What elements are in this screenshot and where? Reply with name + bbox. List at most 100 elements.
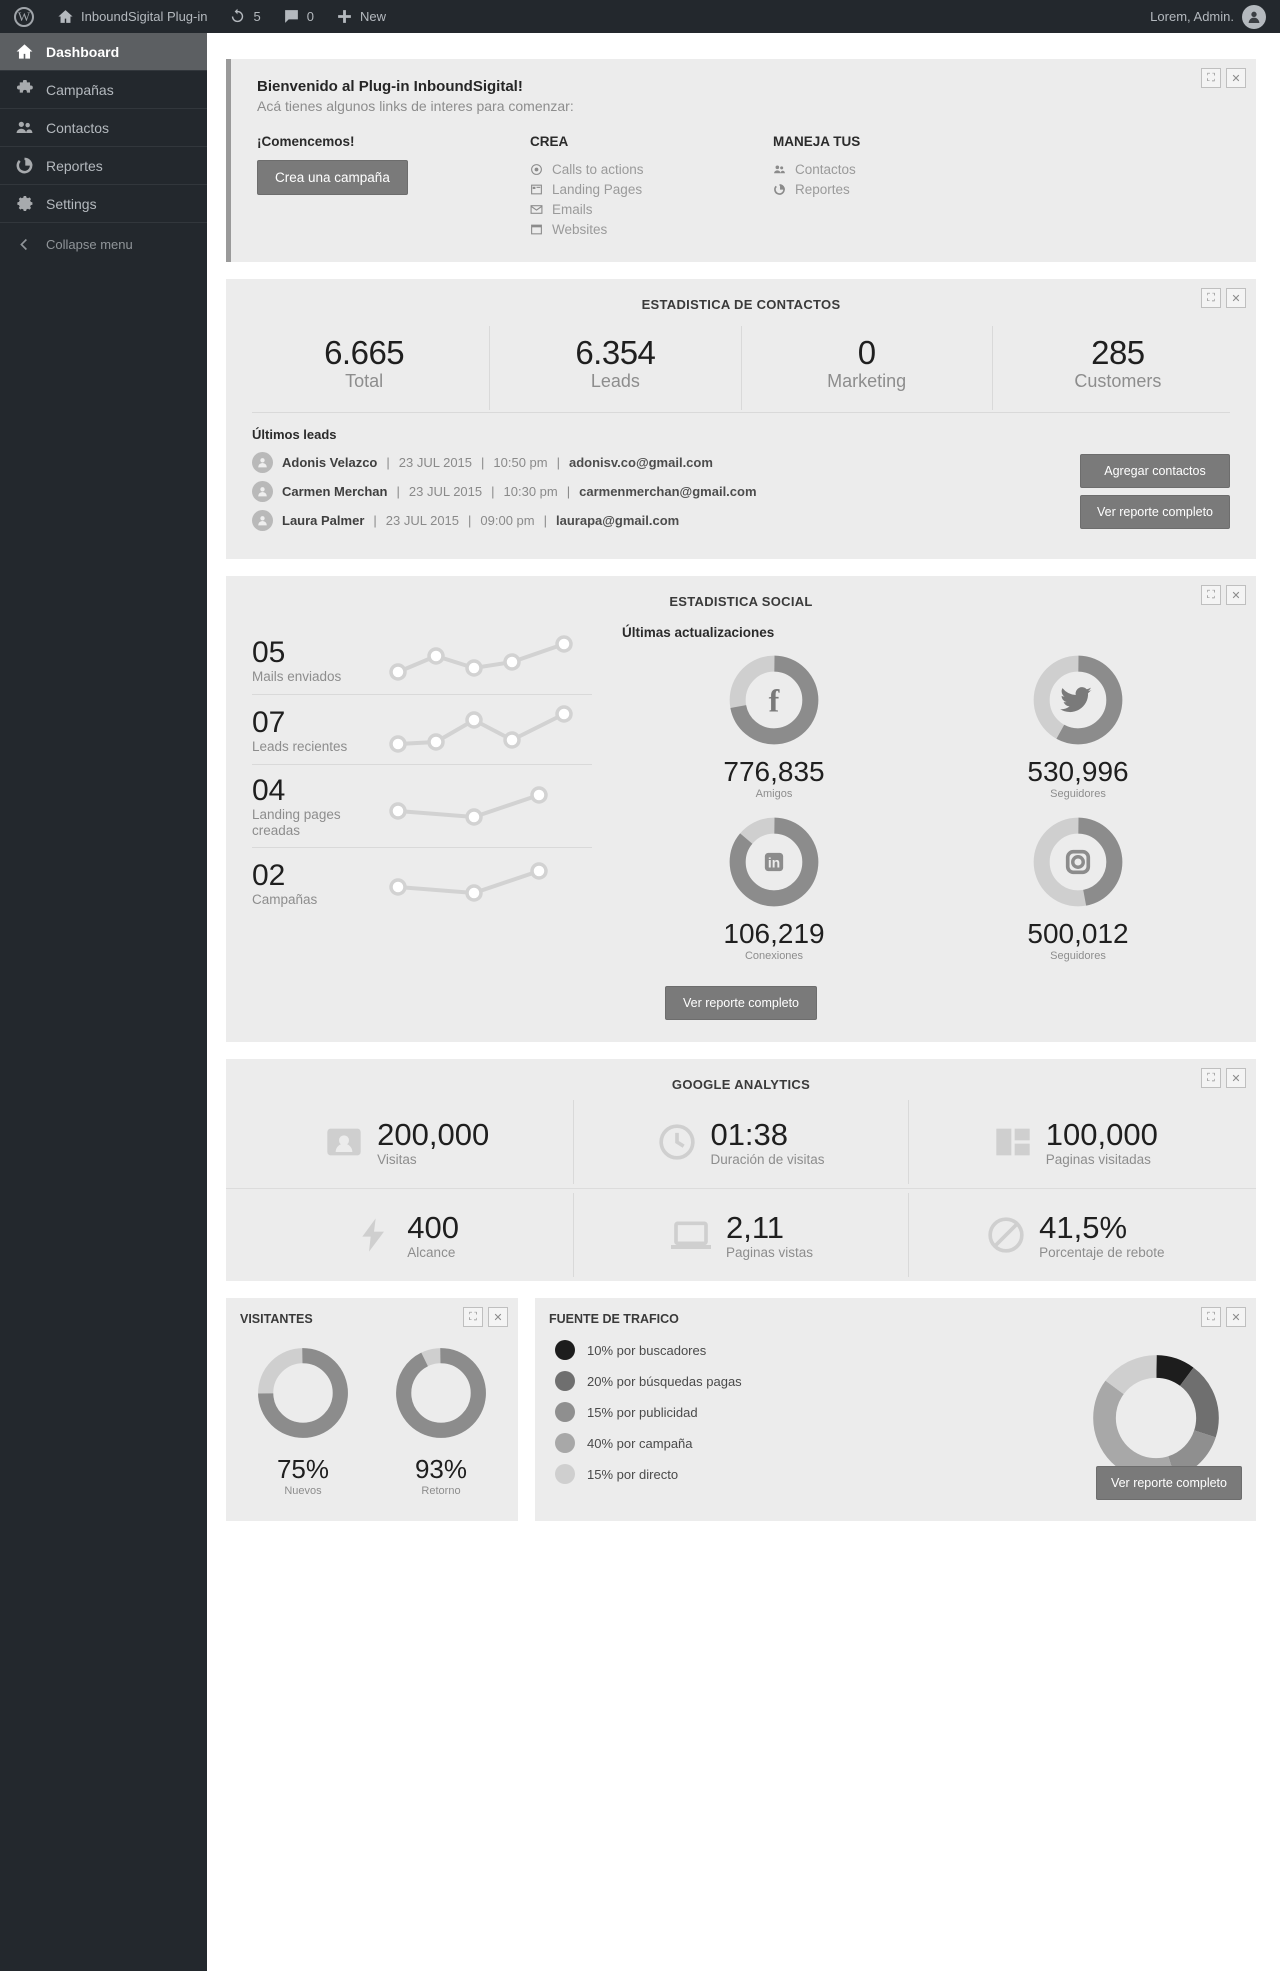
legend-label: 20% por búsquedas pagas bbox=[587, 1373, 742, 1389]
leads-list: Adonis Velazco | 23 JUL 2015 | 10:50 pm … bbox=[252, 452, 1080, 539]
link-label: Reportes bbox=[795, 182, 850, 197]
lead-name: Carmen Merchan bbox=[282, 484, 388, 499]
sparkline-chart bbox=[389, 785, 548, 826]
sidebar-item-dashboard[interactable]: Dashboard bbox=[0, 33, 207, 71]
pie-icon bbox=[774, 184, 785, 195]
add-contacts-button[interactable]: Agregar contactos bbox=[1080, 454, 1230, 488]
expand-icon[interactable]: ⛶ bbox=[1201, 585, 1221, 605]
expand-icon[interactable]: ⛶ bbox=[463, 1307, 483, 1327]
sidebar-item-label: Dashboard bbox=[46, 43, 120, 60]
bolt-icon bbox=[362, 1218, 385, 1252]
donut-chart bbox=[258, 1348, 348, 1438]
close-icon[interactable]: ✕ bbox=[1226, 1068, 1246, 1088]
svg-text:f: f bbox=[769, 682, 780, 718]
close-icon[interactable]: ✕ bbox=[1226, 68, 1246, 88]
sparkline-chart bbox=[389, 705, 573, 753]
link-label: Websites bbox=[552, 222, 608, 237]
updates-button[interactable]: 5 bbox=[218, 0, 271, 33]
lead-name: Adonis Velazco bbox=[282, 455, 378, 470]
link-reportes[interactable]: Reportes bbox=[773, 180, 1016, 199]
traffic-panel-tools: ⛶ ✕ bbox=[1201, 1307, 1246, 1327]
puzzle-icon bbox=[14, 80, 34, 99]
window-icon bbox=[531, 224, 542, 235]
account-menu[interactable]: Lorem, Admin. bbox=[1150, 4, 1280, 29]
panel-title: ESTADISTICA SOCIAL bbox=[669, 594, 813, 609]
sidebar-item-settings[interactable]: Settings bbox=[0, 185, 207, 223]
visitors-label: Nuevos bbox=[284, 1485, 322, 1497]
stat-total: 6.665 Total bbox=[239, 326, 491, 410]
list-item[interactable]: Adonis Velazco | 23 JUL 2015 | 10:50 pm … bbox=[252, 452, 1080, 473]
list-item[interactable]: Carmen Merchan | 23 JUL 2015 | 10:30 pm … bbox=[252, 481, 1080, 502]
lead-time: 10:30 pm bbox=[503, 484, 558, 499]
link-contactos[interactable]: Contactos bbox=[773, 160, 1016, 179]
network-value: 776,835 bbox=[723, 756, 825, 787]
avatar bbox=[1242, 4, 1266, 29]
close-icon[interactable]: ✕ bbox=[1226, 288, 1246, 308]
lead-email: carmenmerchan@gmail.com bbox=[579, 484, 757, 499]
view-full-report-button[interactable]: Ver reporte completo bbox=[1080, 495, 1230, 529]
comments-button[interactable]: 0 bbox=[272, 0, 325, 33]
chevron-left-icon bbox=[14, 237, 34, 252]
metric-value: 2,11 bbox=[725, 1210, 785, 1245]
sidebar-item-reportes[interactable]: Reportes bbox=[0, 147, 207, 185]
welcome-start-column: ¡Comencemos! Crea una campaña bbox=[257, 134, 530, 240]
link-emails[interactable]: Emails bbox=[530, 200, 773, 219]
comment-icon bbox=[284, 10, 298, 23]
account-label: Lorem, Admin. bbox=[1150, 9, 1234, 24]
welcome-start-heading: ¡Comencemos! bbox=[257, 134, 355, 149]
social-panel-tools: ⛶ ✕ bbox=[1201, 585, 1246, 605]
welcome-crea-column: CREA Calls to actions Landing Pages Emai… bbox=[530, 134, 773, 240]
metric-value: 02 bbox=[252, 858, 286, 892]
welcome-subtitle: Acá tienes algunos links de interes para… bbox=[257, 98, 574, 114]
social-metric-landing: 04 Landing pages creadas bbox=[252, 765, 592, 848]
close-icon[interactable]: ✕ bbox=[1226, 1307, 1246, 1327]
metric-rebote: 41,5% Porcentaje de rebote bbox=[909, 1193, 1242, 1277]
laptop-icon bbox=[670, 1221, 711, 1249]
home-icon bbox=[58, 10, 73, 23]
link-label: Landing Pages bbox=[552, 182, 643, 197]
expand-icon[interactable]: ⛶ bbox=[1201, 68, 1221, 88]
avatar bbox=[252, 510, 273, 531]
legend-label: 40% por campaña bbox=[587, 1435, 693, 1451]
expand-icon[interactable]: ⛶ bbox=[1201, 1068, 1221, 1088]
social-network-linkedin: in 106,219 Conexiones bbox=[622, 814, 926, 962]
network-label: Amigos bbox=[755, 788, 793, 800]
site-name-button[interactable]: InboundSigital Plug-in bbox=[46, 0, 218, 33]
stat-label: Customers bbox=[1074, 371, 1162, 391]
refresh-icon bbox=[232, 8, 244, 23]
wordpress-logo-button[interactable]: W bbox=[0, 0, 46, 33]
view-full-report-button[interactable]: Ver reporte completo bbox=[664, 986, 818, 1020]
metric-label: Paginas visitadas bbox=[1045, 1152, 1151, 1167]
collapse-menu-button[interactable]: Collapse menu bbox=[0, 225, 207, 263]
gear-icon bbox=[14, 194, 34, 213]
view-full-report-button[interactable]: Ver reporte completo bbox=[1095, 1465, 1242, 1500]
welcome-crea-heading: CREA bbox=[530, 134, 569, 149]
expand-icon[interactable]: ⛶ bbox=[1201, 288, 1221, 308]
new-content-button[interactable]: New bbox=[325, 0, 397, 33]
sidebar-item-campanas[interactable]: Campañas bbox=[0, 71, 207, 109]
network-label: Seguidores bbox=[1050, 950, 1106, 962]
sidebar-item-label: Contactos bbox=[46, 119, 110, 136]
metric-label: Landing pages creadas bbox=[252, 807, 341, 838]
metric-value: 04 bbox=[252, 774, 286, 807]
traffic-source-panel: ⛶ ✕ FUENTE DE TRAFICO 10% por buscadores… bbox=[535, 1298, 1256, 1521]
donut-chart: f bbox=[729, 655, 819, 745]
stat-marketing: 0 Marketing bbox=[742, 326, 993, 410]
close-icon[interactable]: ✕ bbox=[488, 1307, 508, 1327]
social-stats-panel: ⛶ ✕ ESTADISTICA SOCIAL 05 Mails enviados bbox=[226, 576, 1256, 1042]
collapse-menu-label: Collapse menu bbox=[46, 236, 133, 252]
legend-item: 15% por directo bbox=[555, 1464, 1076, 1484]
link-landing-pages[interactable]: Landing Pages bbox=[530, 180, 773, 199]
link-websites[interactable]: Websites bbox=[530, 220, 773, 239]
link-calls-to-actions[interactable]: Calls to actions bbox=[530, 160, 773, 179]
list-item[interactable]: Laura Palmer | 23 JUL 2015 | 09:00 pm | … bbox=[252, 510, 1080, 531]
sidebar-item-contactos[interactable]: Contactos bbox=[0, 109, 207, 147]
create-campaign-button[interactable]: Crea una campaña bbox=[257, 160, 408, 195]
new-content-label: New bbox=[359, 9, 386, 24]
donut-chart bbox=[1033, 655, 1123, 745]
lead-date: 23 JUL 2015 bbox=[398, 455, 473, 470]
sidebar-item-label: Reportes bbox=[46, 157, 103, 174]
close-icon[interactable]: ✕ bbox=[1226, 585, 1246, 605]
expand-icon[interactable]: ⛶ bbox=[1201, 1307, 1221, 1327]
legend-color-swatch bbox=[555, 1402, 575, 1422]
